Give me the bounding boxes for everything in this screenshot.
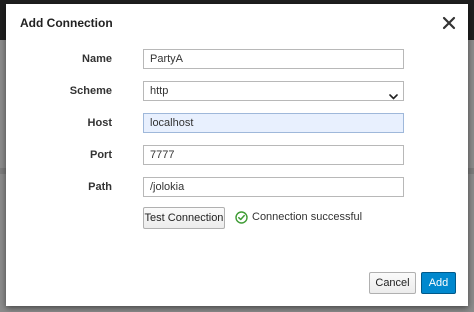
- path-field[interactable]: /jolokia: [143, 177, 404, 197]
- scheme-value: http: [150, 85, 169, 97]
- path-label: Path: [88, 181, 112, 193]
- chevron-down-icon: [389, 88, 398, 106]
- scheme-select[interactable]: http: [143, 81, 404, 101]
- close-icon[interactable]: [440, 14, 458, 32]
- name-field[interactable]: PartyA: [143, 49, 404, 69]
- name-label: Name: [82, 53, 112, 65]
- host-label: Host: [87, 117, 112, 129]
- check-circle-icon: [235, 210, 248, 224]
- add-connection-dialog: Add Connection Name PartyA Scheme http H…: [6, 4, 468, 306]
- add-button[interactable]: Add: [421, 272, 456, 294]
- port-label: Port: [90, 149, 112, 161]
- test-connection-button[interactable]: Test Connection: [143, 207, 225, 229]
- cancel-button[interactable]: Cancel: [369, 272, 416, 294]
- port-field[interactable]: 7777: [143, 145, 404, 165]
- host-field[interactable]: localhost: [143, 113, 404, 133]
- connection-status: Connection successful: [235, 210, 362, 224]
- status-message: Connection successful: [252, 211, 363, 223]
- dialog-title: Add Connection: [20, 16, 113, 30]
- scheme-label: Scheme: [69, 85, 112, 97]
